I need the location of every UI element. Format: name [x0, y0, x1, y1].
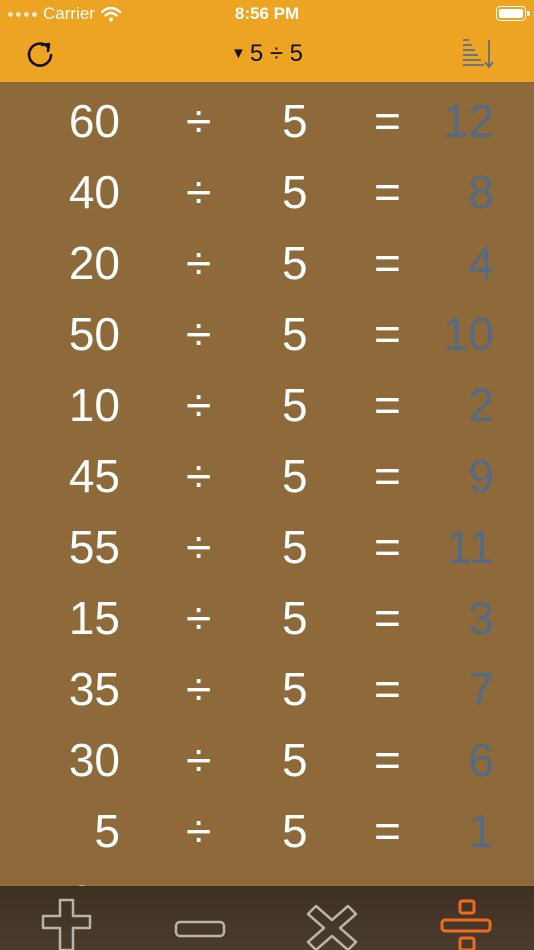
divide-operator: ÷ — [186, 734, 212, 786]
equals-sign: = — [374, 166, 401, 218]
divisor-value: 5 — [282, 237, 308, 289]
dividend-value: 35 — [68, 663, 120, 715]
divide-operator: ÷ — [186, 805, 212, 857]
divisor-value: 5 — [282, 166, 308, 218]
nav-title-label: 5 ÷ 5 — [249, 40, 304, 67]
answer-value: 8 — [468, 166, 494, 218]
divide-operator: ÷ — [186, 521, 212, 573]
answer-value: 3 — [468, 592, 494, 644]
plus-icon[interactable] — [38, 896, 98, 950]
equals-sign: = — [374, 308, 401, 360]
divide-operator: ÷ — [186, 237, 212, 289]
dividend-value: 5 — [94, 805, 120, 857]
dividend-value: 25 — [69, 875, 120, 886]
dividend-value: 45 — [68, 450, 120, 502]
divisor-value: 5 — [282, 805, 308, 857]
problem-row[interactable]: 35 ÷ 5 = 7 — [0, 650, 534, 721]
equals-sign: = — [374, 805, 401, 857]
problem-row[interactable]: 30 ÷ 5 = 6 — [0, 721, 534, 792]
problem-list[interactable]: 60 ÷ 5 = 12 40 ÷ 5 = 8 20 ÷ 5 = 4 50 ÷ 5 = 10 10 ÷ 5 = 2 45 ÷ 5 = 9 55… — [0, 82, 534, 886]
divisor-value: 5 — [282, 734, 308, 786]
equals-sign: = — [374, 592, 401, 644]
answer-value: 6 — [468, 734, 494, 786]
status-time: 8:56 PM — [234, 4, 300, 23]
equals-sign: = — [374, 875, 401, 886]
battery-icon — [496, 6, 530, 21]
answer-value: 2 — [468, 379, 494, 431]
equals-sign: = — [374, 237, 401, 289]
dividend-value: 30 — [68, 734, 120, 786]
dividend-value: 10 — [68, 379, 120, 431]
divide-operator: ÷ — [186, 875, 211, 886]
dividend-value: 50 — [68, 308, 120, 360]
equals-sign: = — [374, 95, 401, 147]
divide-operator: ÷ — [186, 166, 212, 218]
problem-row[interactable]: 20 ÷ 5 = 4 — [0, 224, 534, 295]
nav-bar: ▼ 5 ÷ 5 — [0, 28, 534, 82]
problem-row[interactable]: 40 ÷ 5 = 8 — [0, 153, 534, 224]
header: Carrier 8:56 PM ▼ 5 ÷ 5 — [0, 0, 534, 82]
caret-down-icon: ▼ — [230, 45, 246, 62]
divisor-value: 5 — [282, 592, 308, 644]
answer-value: 9 — [468, 450, 494, 502]
sort-descending-icon[interactable] — [460, 36, 494, 72]
problem-row[interactable]: 50 ÷ 5 = 10 — [0, 295, 534, 366]
dividend-value: 15 — [68, 592, 120, 644]
answer-value: 5 — [468, 875, 494, 886]
division-table-selector[interactable]: ▼ 5 ÷ 5 — [0, 40, 534, 68]
problem-row[interactable]: 55 ÷ 5 = 11 — [0, 508, 534, 579]
equals-sign: = — [374, 450, 401, 502]
equals-sign: = — [374, 663, 401, 715]
dividend-value: 40 — [68, 166, 120, 218]
divisor-value: 5 — [282, 663, 308, 715]
equals-sign: = — [374, 379, 401, 431]
divide-operator: ÷ — [186, 95, 212, 147]
problem-row[interactable]: 45 ÷ 5 = 9 — [0, 437, 534, 508]
status-bar: Carrier 8:56 PM — [0, 0, 534, 28]
equals-sign: = — [374, 521, 401, 573]
dividend-value: 20 — [68, 237, 120, 289]
divisor-value: 5 — [282, 308, 308, 360]
equals-sign: = — [374, 734, 401, 786]
dividend-value: 60 — [68, 95, 120, 147]
divisor-value: 5 — [282, 379, 308, 431]
problem-row[interactable]: 15 ÷ 5 = 3 — [0, 579, 534, 650]
answer-value: 11 — [446, 521, 494, 573]
divide-icon[interactable] — [436, 896, 496, 950]
problem-row[interactable]: 5 ÷ 5 = 1 — [0, 792, 534, 863]
answer-value: 1 — [468, 805, 494, 857]
dividend-value: 55 — [68, 521, 120, 573]
divisor-value: 5 — [282, 521, 308, 573]
divide-operator: ÷ — [186, 308, 212, 360]
tab-bar — [0, 886, 534, 950]
problem-row[interactable]: 10 ÷ 5 = 2 — [0, 366, 534, 437]
problem-row[interactable]: 25 ÷ 5 = 5 — [0, 863, 534, 886]
divide-operator: ÷ — [186, 379, 212, 431]
minus-icon[interactable] — [170, 896, 230, 950]
divisor-value: 5 — [282, 95, 308, 147]
answer-value: 7 — [468, 663, 494, 715]
divide-operator: ÷ — [186, 450, 212, 502]
problem-row[interactable]: 60 ÷ 5 = 12 — [0, 82, 534, 153]
divide-operator: ÷ — [186, 592, 212, 644]
divide-operator: ÷ — [186, 663, 212, 715]
divisor-value: 5 — [282, 875, 308, 886]
multiply-icon[interactable] — [302, 896, 362, 950]
answer-value: 4 — [468, 237, 494, 289]
divisor-value: 5 — [282, 450, 308, 502]
answer-value: 10 — [442, 308, 494, 360]
answer-value: 12 — [442, 95, 494, 147]
